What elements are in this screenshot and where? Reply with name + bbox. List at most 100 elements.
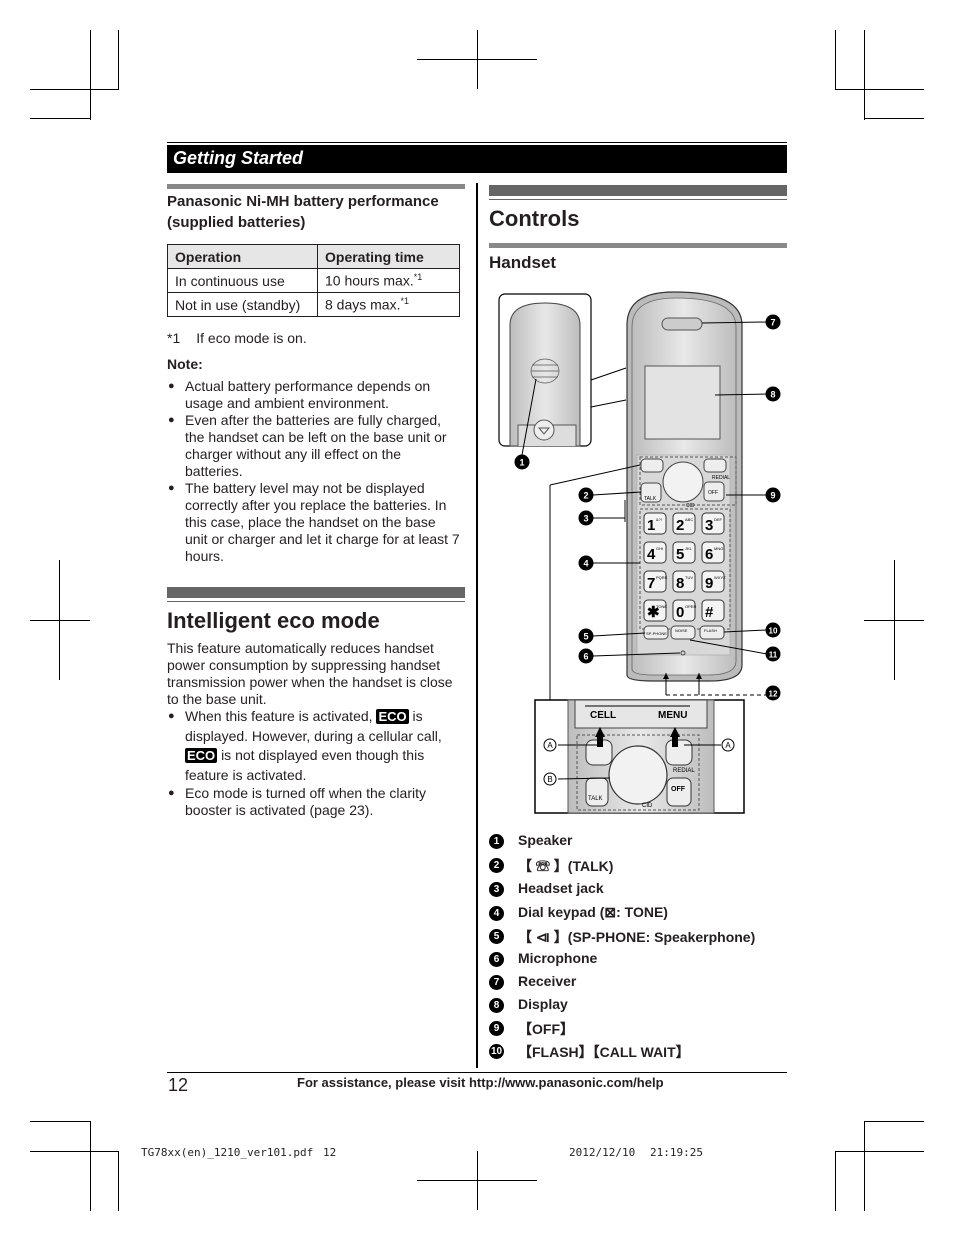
eco-icon: ECO — [376, 709, 409, 724]
legend-item: 4 Dial keypad (⊠: TONE) — [489, 904, 668, 924]
eco-note-item: When this feature is activated, ECO is d… — [167, 707, 462, 785]
svg-text:#: # — [705, 604, 714, 621]
svg-text:OFF: OFF — [708, 490, 718, 496]
section-rule — [489, 185, 787, 196]
key-#: # — [701, 599, 725, 622]
handset-diagram: 1 REDIAL TALK OFF CID 1 &?! 2 ABC 3 DEF4 GHI 5 J… — [498, 291, 781, 814]
crop-mark — [835, 89, 924, 90]
crop-mark — [864, 620, 924, 621]
key-8: 8 TUV — [672, 570, 696, 593]
svg-text:4: 4 — [647, 546, 656, 563]
crop-mark — [118, 1151, 119, 1211]
svg-text:&?!: &?! — [656, 517, 662, 522]
svg-text:TALK: TALK — [588, 796, 603, 802]
legend-item: 5 【 ⧏ 】(SP-PHONE: Speakerphone) — [489, 927, 755, 947]
eco-note-item: Eco mode is turned off when the clarity … — [167, 785, 462, 819]
legend-item: 3 Headset jack — [489, 880, 604, 900]
column-divider — [476, 183, 478, 1068]
callout-number: 11 — [769, 651, 778, 660]
subsection-rule — [489, 243, 787, 248]
crop-mark — [90, 1121, 91, 1211]
crop-mark — [864, 1121, 924, 1122]
key-0: 0 OPER — [672, 599, 696, 622]
handset-front: REDIAL TALK OFF CID 1 &?! 2 ABC 3 DEF4 GHI 5 JKL… — [624, 291, 743, 682]
footer-rule — [167, 1072, 787, 1073]
table-header-row: Operation Operating time — [167, 244, 460, 269]
section-rule-thin — [167, 601, 465, 602]
svg-text:JKL: JKL — [685, 546, 693, 551]
file-name: TG78xx(en)_1210_ver101.pdf — [141, 1146, 314, 1159]
controls-title: Controls — [489, 206, 580, 231]
svg-text:DEF: DEF — [714, 517, 723, 522]
legend-item: 6 Microphone — [489, 950, 597, 970]
file-page: 12 — [323, 1146, 337, 1159]
callout-number: 2 — [583, 491, 588, 501]
crop-mark — [118, 30, 119, 90]
svg-text:FLASH: FLASH — [704, 628, 717, 633]
crop-mark — [864, 30, 865, 120]
footnote: *1 If eco mode is on. — [167, 330, 307, 346]
key-2: 2 ABC — [672, 512, 696, 535]
svg-text:NOISE: NOISE — [675, 628, 688, 633]
legend-item: 2 【 ☏ 】(TALK) — [489, 856, 613, 876]
svg-text:9: 9 — [705, 575, 713, 592]
print-date: 2012/12/10 — [569, 1146, 636, 1159]
eco-notes: When this feature is activated, ECO is d… — [167, 707, 462, 819]
crop-mark — [30, 89, 118, 90]
key-3: 3 DEF — [701, 512, 725, 535]
handset-subtitle: Handset — [489, 253, 557, 272]
svg-text:ABC: ABC — [685, 517, 693, 522]
svg-text:0: 0 — [676, 604, 684, 621]
header-rule — [167, 142, 787, 143]
svg-text:TONE: TONE — [656, 604, 667, 609]
battery-notes: Actual battery performance depends on us… — [167, 378, 462, 565]
svg-text:GHI: GHI — [656, 546, 663, 551]
svg-text:SP-PHONE: SP-PHONE — [646, 631, 667, 636]
svg-text:5: 5 — [676, 546, 684, 563]
section-header-bar: Getting Started — [167, 145, 787, 173]
key-7: 7 PQRS — [643, 570, 668, 593]
crop-mark — [30, 1151, 118, 1152]
svg-text:OPER: OPER — [685, 604, 696, 609]
svg-text:CID: CID — [642, 803, 653, 809]
key-5: 5 JKL — [672, 541, 696, 564]
menu-label: MENU — [658, 710, 687, 721]
print-time: 21:19:25 — [650, 1146, 703, 1159]
svg-text:CID: CID — [686, 503, 695, 509]
callout-number: 4 — [583, 559, 588, 569]
svg-text:7: 7 — [647, 575, 655, 592]
crop-mark — [30, 1121, 90, 1122]
column-header: Operating time — [317, 244, 460, 269]
key-4: 4 GHI — [643, 541, 667, 564]
svg-text:WXYZ: WXYZ — [714, 575, 726, 580]
callout-number: 12 — [769, 690, 778, 699]
time-cell: 10 hours max.*1 — [317, 268, 460, 293]
svg-text:1: 1 — [647, 517, 655, 534]
callout-number: 6 — [583, 652, 588, 662]
svg-text:TALK: TALK — [644, 496, 657, 502]
callout-number: 8 — [770, 390, 775, 400]
note-label: Note: — [167, 356, 203, 372]
time-cell: 8 days max.*1 — [317, 292, 460, 317]
svg-text:REDIAL: REDIAL — [673, 768, 695, 774]
zoomed-inset: CELL MENU REDIAL CID TALK OFF A A B — [534, 699, 745, 814]
callout-a: A — [725, 741, 731, 750]
legend-item: 9 【OFF】 — [489, 1019, 574, 1039]
display-screen — [644, 365, 721, 440]
crop-mark — [835, 1151, 836, 1211]
callout-b: B — [547, 775, 552, 784]
crop-mark — [30, 620, 90, 621]
callout-number: 5 — [583, 632, 588, 642]
svg-text:2: 2 — [676, 517, 684, 534]
crop-mark — [864, 1121, 865, 1211]
callout-number: 9 — [770, 491, 775, 501]
eco-title: Intelligent eco mode — [167, 608, 380, 633]
legend-item: 7 Receiver — [489, 973, 576, 993]
crop-mark — [835, 1151, 924, 1152]
column-header: Operation — [167, 244, 318, 269]
crop-mark — [417, 59, 537, 60]
eco-intro: This feature automatically reduces hands… — [167, 640, 453, 707]
key-✱: ✱TONE — [643, 599, 667, 622]
svg-text:8: 8 — [676, 575, 684, 592]
svg-text:TUV: TUV — [685, 575, 693, 580]
